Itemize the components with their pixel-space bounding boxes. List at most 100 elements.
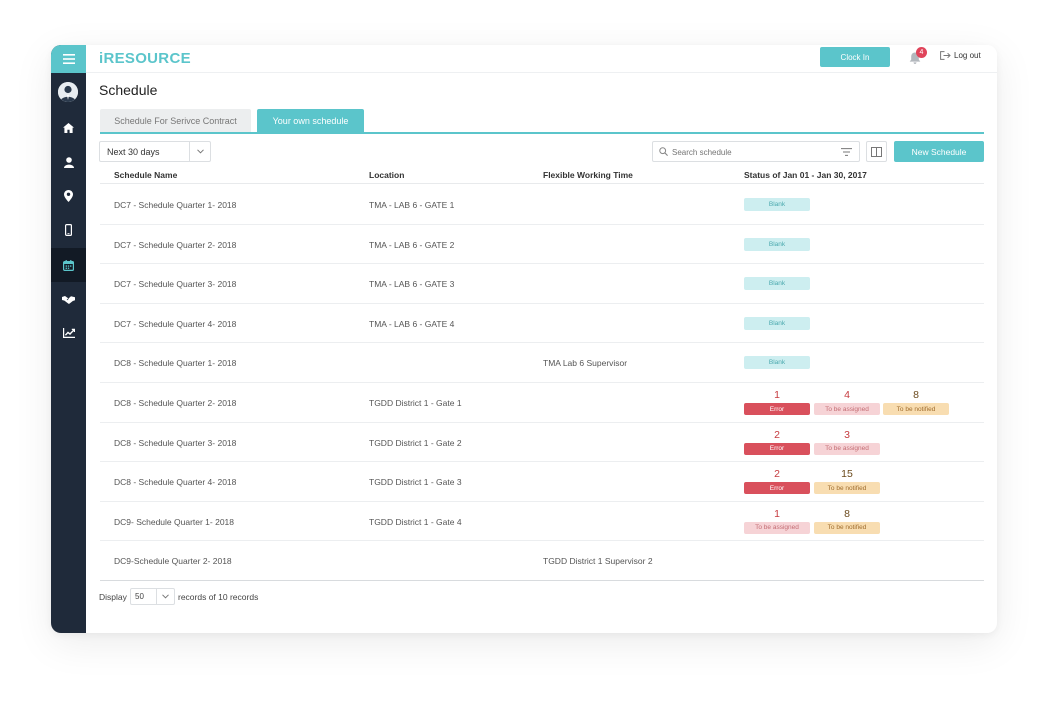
status-count: 8 bbox=[913, 389, 919, 401]
status-badge: To be assigned bbox=[814, 442, 880, 455]
avatar[interactable] bbox=[58, 82, 78, 102]
menu-button[interactable] bbox=[51, 45, 86, 73]
page-title: Schedule bbox=[99, 82, 158, 98]
sidebar-item-locations[interactable] bbox=[51, 179, 86, 213]
status-to-be-notified[interactable]: 8 To be notified bbox=[814, 508, 880, 534]
filter-icon[interactable] bbox=[841, 148, 852, 156]
table-row[interactable]: DC7 - Schedule Quarter 4- 2018 TMA - LAB… bbox=[100, 304, 984, 344]
chart-icon bbox=[62, 328, 75, 338]
schedule-name[interactable]: DC9- Schedule Quarter 1- 2018 bbox=[114, 517, 234, 527]
status-badge-blank: Blank bbox=[744, 198, 810, 211]
schedule-flex-time: TMA Lab 6 Supervisor bbox=[543, 358, 628, 369]
schedule-location: TMA - LAB 6 - GATE 2 bbox=[369, 239, 455, 250]
schedule-name[interactable]: DC7 - Schedule Quarter 4- 2018 bbox=[114, 319, 236, 329]
schedule-location: TGDD District 1 - Gate 3 bbox=[369, 477, 462, 488]
columns-icon bbox=[871, 146, 882, 157]
table-row[interactable]: DC7 - Schedule Quarter 2- 2018 TMA - LAB… bbox=[100, 225, 984, 265]
status-count: 2 bbox=[774, 428, 780, 441]
user-icon bbox=[63, 156, 74, 168]
schedule-location: TGDD District 1 - Gate 1 bbox=[369, 398, 462, 408]
app-window: iRESOURCE Clock In 4 Log out Schedule Sc… bbox=[51, 45, 997, 633]
column-header-name[interactable]: Schedule Name bbox=[114, 170, 177, 180]
table-row[interactable]: DC8 - Schedule Quarter 4- 2018 TGDD Dist… bbox=[100, 462, 984, 502]
status-error[interactable]: 2 Error bbox=[744, 429, 810, 455]
column-header-location[interactable]: Location bbox=[369, 170, 404, 180]
date-range-value: Next 30 days bbox=[107, 147, 160, 157]
tab-service-contract-schedule[interactable]: Schedule For Serivce Contract bbox=[100, 109, 251, 132]
sidebar-item-home[interactable] bbox=[51, 111, 86, 145]
status-badge-blank: Blank bbox=[744, 237, 810, 251]
new-schedule-button[interactable]: New Schedule bbox=[894, 141, 984, 162]
table-row[interactable]: DC8 - Schedule Quarter 3- 2018 TGDD Dist… bbox=[100, 423, 984, 463]
search-input[interactable] bbox=[672, 145, 832, 159]
status-to-be-notified[interactable]: 8 To be notified bbox=[883, 389, 949, 415]
schedule-location: TGDD District 1 - Gate 2 bbox=[369, 437, 462, 448]
sidebar-item-devices[interactable] bbox=[51, 213, 86, 247]
table-row[interactable]: DC7 - Schedule Quarter 3- 2018 TMA - LAB… bbox=[100, 264, 984, 304]
schedule-location: TMA - LAB 6 - GATE 4 bbox=[369, 318, 455, 329]
columns-toggle-button[interactable] bbox=[866, 141, 887, 162]
schedule-name[interactable]: DC8 - Schedule Quarter 1- 2018 bbox=[114, 358, 236, 368]
schedule-name[interactable]: DC9-Schedule Quarter 2- 2018 bbox=[114, 556, 232, 566]
logout-icon bbox=[940, 51, 951, 60]
logout-link[interactable]: Log out bbox=[940, 51, 981, 60]
home-icon bbox=[63, 123, 74, 133]
sidebar-item-users[interactable] bbox=[51, 145, 86, 179]
table-row[interactable]: DC9-Schedule Quarter 2- 2018 TGDD Distri… bbox=[100, 541, 984, 581]
handshake-icon bbox=[62, 295, 75, 304]
records-per-page-select[interactable]: 50 bbox=[130, 588, 175, 605]
records-count-label: records of 10 records bbox=[178, 592, 259, 602]
status-badge-blank: Blank bbox=[744, 356, 810, 370]
sidebar-item-schedule[interactable] bbox=[51, 248, 86, 282]
status-to-be-assigned[interactable]: 3 To be assigned bbox=[814, 429, 880, 455]
records-per-page-value: 50 bbox=[135, 592, 144, 601]
tab-own-schedule[interactable]: Your own schedule bbox=[257, 109, 364, 132]
status-to-be-notified[interactable]: 15 To be notified bbox=[814, 468, 880, 495]
status-to-be-assigned[interactable]: 1 To be assigned bbox=[744, 508, 810, 534]
status-count: 3 bbox=[844, 428, 850, 441]
column-header-flex-time[interactable]: Flexible Working Time bbox=[543, 170, 633, 180]
status-badge: To be assigned bbox=[744, 521, 810, 534]
schedule-location: TMA - LAB 6 - GATE 3 bbox=[369, 279, 455, 290]
status-error[interactable]: 1 Error bbox=[744, 389, 810, 415]
logout-label: Log out bbox=[954, 51, 981, 60]
chevron-down-icon[interactable] bbox=[156, 589, 174, 604]
table-header: Schedule Name Location Flexible Working … bbox=[100, 164, 984, 184]
sidebar-item-reports[interactable] bbox=[51, 316, 86, 350]
status-badge-blank: Blank bbox=[744, 316, 810, 330]
status-to-be-assigned[interactable]: 4 To be assigned bbox=[814, 389, 880, 415]
display-label: Display bbox=[99, 592, 127, 602]
tab-bar: Schedule For Serivce Contract Your own s… bbox=[100, 109, 984, 134]
schedule-location: TGDD District 1 - Gate 4 bbox=[369, 516, 462, 527]
status-error[interactable]: 2 Error bbox=[744, 468, 810, 495]
column-header-status[interactable]: Status of Jan 01 - Jan 30, 2017 bbox=[744, 170, 867, 180]
top-header: iRESOURCE Clock In 4 Log out bbox=[86, 45, 997, 73]
schedule-name[interactable]: DC8 - Schedule Quarter 4- 2018 bbox=[114, 477, 236, 487]
schedule-name[interactable]: DC8 - Schedule Quarter 2- 2018 bbox=[114, 398, 236, 408]
chevron-down-icon[interactable] bbox=[189, 142, 210, 161]
status-badge-blank: Blank bbox=[744, 277, 810, 291]
clock-in-button[interactable]: Clock In bbox=[820, 47, 890, 67]
status-badge: To be notified bbox=[814, 521, 880, 534]
mobile-icon bbox=[65, 224, 72, 236]
table-row[interactable]: DC8 - Schedule Quarter 2- 2018 TGDD Dist… bbox=[100, 383, 984, 423]
schedule-flex-time: TGDD District 1 Supervisor 2 bbox=[543, 556, 653, 567]
search-icon bbox=[659, 147, 668, 156]
status-badge: To be notified bbox=[814, 482, 880, 495]
date-range-select[interactable]: Next 30 days bbox=[99, 141, 211, 162]
status-count: 1 bbox=[774, 507, 780, 520]
status-badge: Error bbox=[744, 442, 810, 455]
schedule-name[interactable]: DC7 - Schedule Quarter 3- 2018 bbox=[114, 279, 236, 289]
schedule-name[interactable]: DC7 - Schedule Quarter 2- 2018 bbox=[114, 240, 236, 250]
table-row[interactable]: DC7 - Schedule Quarter 1- 2018 TMA - LAB… bbox=[100, 185, 984, 225]
menu-icon bbox=[62, 54, 75, 64]
status-badge: To be notified bbox=[883, 403, 949, 415]
notification-badge: 4 bbox=[916, 47, 927, 58]
sidebar bbox=[51, 45, 86, 633]
table-row[interactable]: DC8 - Schedule Quarter 1- 2018 TMA Lab 6… bbox=[100, 343, 984, 383]
schedule-name[interactable]: DC7 - Schedule Quarter 1- 2018 bbox=[114, 200, 236, 210]
sidebar-item-contracts[interactable] bbox=[51, 282, 86, 316]
schedule-name[interactable]: DC8 - Schedule Quarter 3- 2018 bbox=[114, 438, 236, 448]
schedule-location: TMA - LAB 6 - GATE 1 bbox=[369, 200, 455, 210]
table-row[interactable]: DC9- Schedule Quarter 1- 2018 TGDD Distr… bbox=[100, 502, 984, 542]
